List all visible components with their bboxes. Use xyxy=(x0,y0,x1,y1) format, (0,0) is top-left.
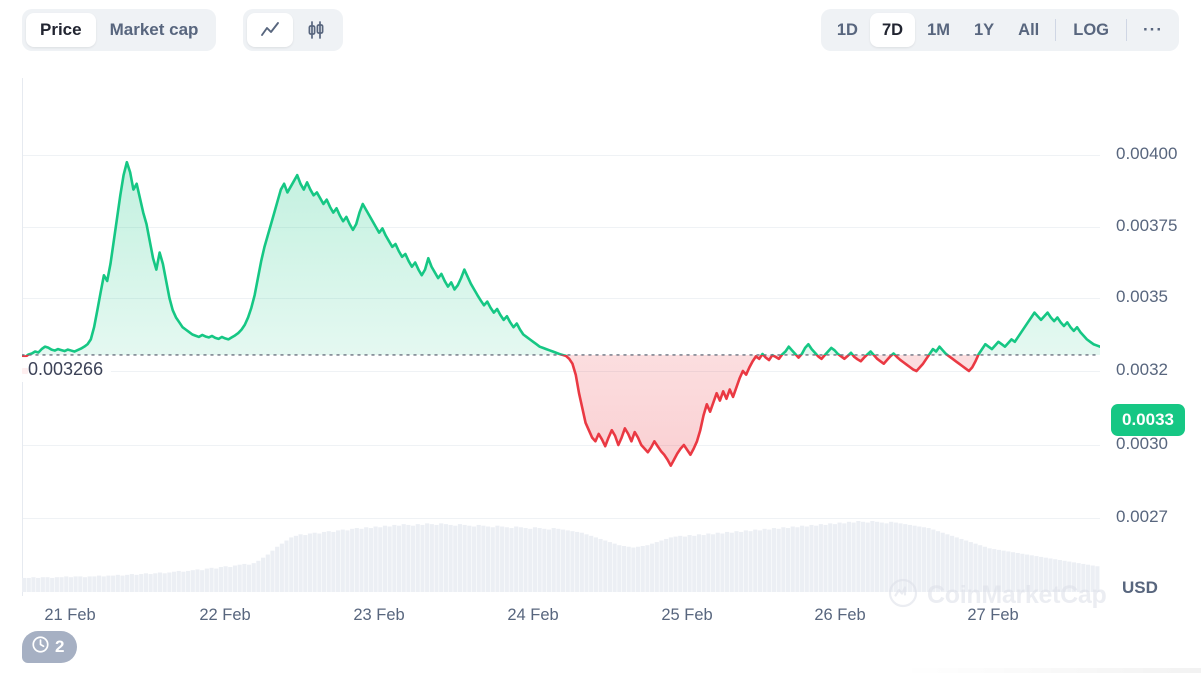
x-axis-labels: 21 Feb 22 Feb 23 Feb 24 Feb 25 Feb 26 Feb 27 F… xyxy=(0,606,1100,632)
range-1d[interactable]: 1D xyxy=(825,13,870,47)
toolbar-divider xyxy=(1126,19,1128,41)
x-axis-tick: 25 Feb xyxy=(661,606,713,624)
y-axis-tick: 0.0035 xyxy=(1116,287,1168,306)
toolbar-divider xyxy=(1055,19,1057,41)
clock-history-icon xyxy=(31,635,50,659)
y-axis-labels: 0.0033 USD 0.00400 0.00375 0.0035 0.0032 0.0… xyxy=(1108,78,1201,608)
y-axis-tick: 0.00375 xyxy=(1116,216,1178,235)
price-chart-widget: Price Market cap 1D 7D 1M 1Y All LOG ···… xyxy=(0,0,1201,673)
reference-price-label: 0.003266 xyxy=(18,357,112,382)
tab-market-cap[interactable]: Market cap xyxy=(96,13,213,47)
tab-price[interactable]: Price xyxy=(26,13,96,47)
volume-bars xyxy=(22,521,1100,592)
chart-type-toggle-group xyxy=(243,9,343,51)
current-price-badge: 0.0033 xyxy=(1111,404,1185,436)
chart-plot-area[interactable]: CoinMarketCap xyxy=(22,78,1107,609)
x-axis-tick: 24 Feb xyxy=(507,606,559,624)
y-axis-tick: 0.00400 xyxy=(1116,144,1178,163)
y-axis-tick: 0.0032 xyxy=(1116,360,1168,379)
chart-history-badge[interactable]: 2 xyxy=(22,631,78,663)
time-range-group: 1D 7D 1M 1Y All LOG ··· xyxy=(820,9,1179,51)
metric-toggle-group: Price Market cap xyxy=(22,9,217,51)
x-axis-tick: 22 Feb xyxy=(199,606,251,624)
price-area-fill-up xyxy=(22,162,1100,355)
line-chart-icon xyxy=(259,19,281,41)
range-1y[interactable]: 1Y xyxy=(962,13,1006,47)
history-count: 2 xyxy=(55,637,65,656)
bottom-edge-decoration xyxy=(900,668,1201,673)
x-axis-tick: 26 Feb xyxy=(814,606,866,624)
line-chart-button[interactable] xyxy=(247,13,293,47)
y-axis-tick: 0.0027 xyxy=(1116,507,1168,526)
currency-unit-label: USD xyxy=(1122,578,1158,597)
y-axis-tick: 0.0030 xyxy=(1116,434,1168,453)
price-area-fill-down xyxy=(22,354,979,466)
x-axis-tick: 21 Feb xyxy=(44,606,96,624)
range-all[interactable]: All xyxy=(1006,13,1051,47)
more-options-button[interactable]: ··· xyxy=(1131,13,1175,47)
price-line-up xyxy=(22,160,1100,355)
candlestick-chart-icon xyxy=(305,19,327,41)
chart-toolbar: Price Market cap 1D 7D 1M 1Y All LOG ··· xyxy=(0,0,1201,60)
x-axis-tick: 23 Feb xyxy=(353,606,405,624)
x-axis-tick: 27 Feb xyxy=(967,606,1019,624)
log-scale-button[interactable]: LOG xyxy=(1060,13,1122,47)
candlestick-chart-button[interactable] xyxy=(293,13,339,47)
range-1m[interactable]: 1M xyxy=(915,13,962,47)
price-line-down xyxy=(22,354,980,467)
range-7d[interactable]: 7D xyxy=(869,13,916,47)
price-line-chart xyxy=(22,78,1100,596)
